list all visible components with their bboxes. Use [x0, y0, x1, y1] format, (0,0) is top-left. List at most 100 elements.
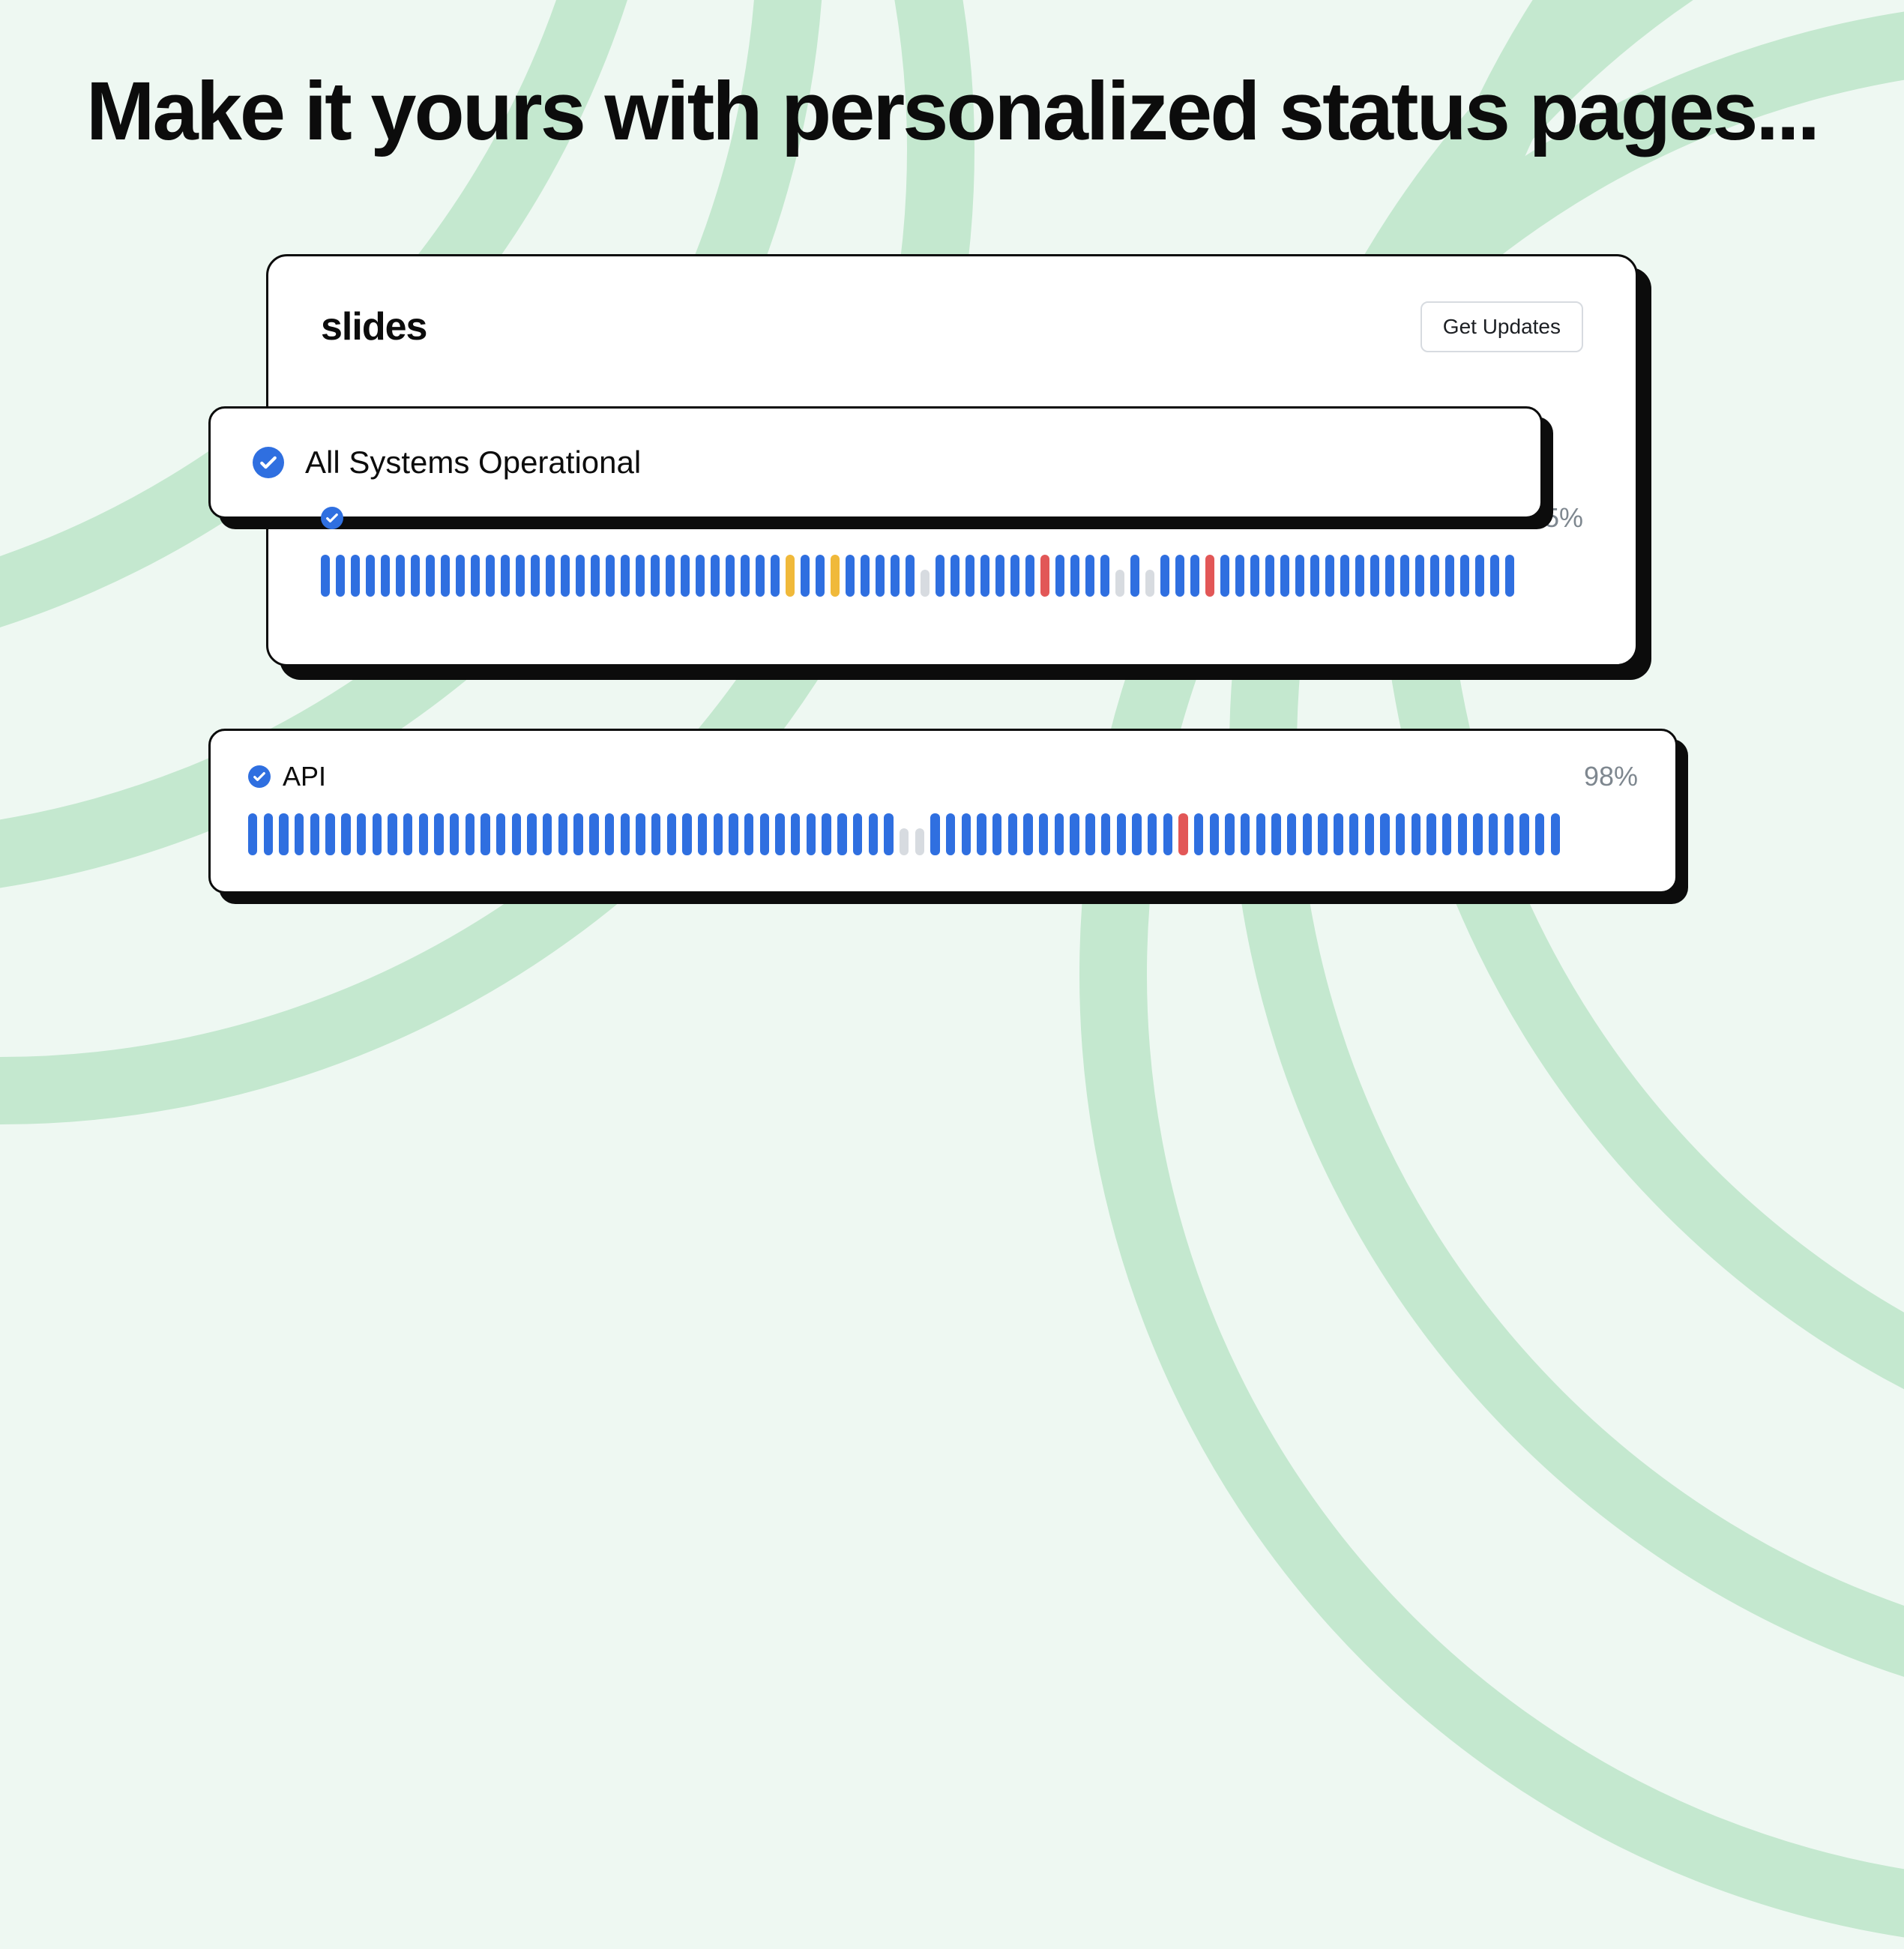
uptime-bar: [516, 555, 525, 597]
uptime-bar: [744, 813, 753, 855]
uptime-bar: [760, 813, 769, 855]
uptime-bar: [791, 813, 800, 855]
page-headline: Make it yours with personalized status p…: [86, 67, 1818, 157]
uptime-bar: [936, 555, 945, 597]
uptime-bar: [807, 813, 816, 855]
uptime-bar: [1235, 555, 1244, 597]
uptime-bar: [589, 813, 598, 855]
component-header: API 98%: [248, 761, 1638, 792]
uptime-bar: [264, 813, 273, 855]
uptime-bar: [1085, 813, 1094, 855]
uptime-bar: [1085, 555, 1094, 597]
uptime-bar: [336, 555, 345, 597]
uptime-bar: [1163, 813, 1172, 855]
uptime-bar: [434, 813, 443, 855]
uptime-bar: [1535, 813, 1544, 855]
uptime-bar: [1460, 555, 1469, 597]
uptime-bar: [741, 555, 750, 597]
uptime-bar: [930, 813, 939, 855]
check-circle-icon: [321, 507, 343, 529]
uptime-bar: [1458, 813, 1467, 855]
uptime-bar: [995, 555, 1004, 597]
uptime-bar: [1365, 813, 1374, 855]
uptime-bar: [456, 555, 465, 597]
uptime-bar: [869, 813, 878, 855]
uptime-bar: [1225, 813, 1234, 855]
uptime-bar: [786, 555, 795, 597]
uptime-bar: [621, 813, 630, 855]
uptime-bar: [861, 555, 870, 597]
uptime-bar: [1210, 813, 1219, 855]
uptime-bar: [1551, 813, 1560, 855]
uptime-bar: [906, 555, 915, 597]
uptime-bar: [1334, 813, 1343, 855]
uptime-bar: [1271, 813, 1280, 855]
uptime-bar: [1415, 555, 1424, 597]
uptime-bars: [321, 555, 1583, 597]
uptime-bar: [496, 813, 505, 855]
get-updates-button[interactable]: Get Updates: [1421, 301, 1583, 352]
uptime-bar: [992, 813, 1001, 855]
uptime-bar: [1115, 570, 1124, 597]
uptime-bar: [1310, 555, 1319, 597]
uptime-bar: [1250, 555, 1259, 597]
uptime-bar: [606, 555, 615, 597]
uptime-bar: [426, 555, 435, 597]
uptime-bar: [321, 555, 330, 597]
uptime-bar: [1280, 555, 1289, 597]
brand-label: slides: [321, 304, 427, 349]
uptime-bar: [351, 555, 360, 597]
uptime-bar: [1385, 555, 1394, 597]
uptime-bar: [1519, 813, 1528, 855]
uptime-bar: [1370, 555, 1379, 597]
uptime-bar: [651, 555, 660, 597]
uptime-bar: [1427, 813, 1435, 855]
overall-status-text: All Systems Operational: [305, 445, 641, 481]
uptime-bar: [714, 813, 723, 855]
uptime-bar: [486, 555, 495, 597]
uptime-bar: [711, 555, 720, 597]
uptime-bar: [775, 813, 784, 855]
uptime-bar: [1100, 555, 1109, 597]
uptime-bar: [1287, 813, 1296, 855]
uptime-bar: [591, 555, 600, 597]
uptime-bar: [1145, 570, 1154, 597]
uptime-bar: [666, 555, 675, 597]
uptime-bar: [1445, 555, 1454, 597]
uptime-bar: [1175, 555, 1184, 597]
uptime-bar: [1194, 813, 1203, 855]
uptime-bar: [965, 555, 974, 597]
uptime-bar: [801, 555, 810, 597]
uptime-bar: [853, 813, 862, 855]
overall-status-banner: All Systems Operational: [208, 406, 1543, 519]
uptime-bar: [977, 813, 986, 855]
uptime-bar: [1325, 555, 1334, 597]
uptime-bar: [295, 813, 304, 855]
uptime-bar: [1220, 555, 1229, 597]
uptime-bar: [1190, 555, 1199, 597]
uptime-bar: [1400, 555, 1409, 597]
uptime-bar: [682, 813, 691, 855]
uptime-bar: [419, 813, 428, 855]
uptime-bar: [900, 828, 909, 855]
uptime-bar: [1101, 813, 1110, 855]
uptime-bar: [1349, 813, 1358, 855]
uptime-bar: [1023, 813, 1032, 855]
uptime-bar: [1303, 813, 1312, 855]
uptime-bar: [1055, 555, 1064, 597]
uptime-bar: [527, 813, 536, 855]
uptime-bar: [636, 555, 645, 597]
check-circle-icon: [248, 765, 271, 788]
uptime-bar: [946, 813, 955, 855]
uptime-bar: [1205, 555, 1214, 597]
uptime-bar: [756, 555, 765, 597]
uptime-bar: [1241, 813, 1250, 855]
uptime-bar: [396, 555, 405, 597]
uptime-bar: [1070, 555, 1079, 597]
uptime-bar: [341, 813, 350, 855]
uptime-bar: [411, 555, 420, 597]
uptime-bar: [816, 555, 825, 597]
uptime-bar: [325, 813, 334, 855]
uptime-bar: [1160, 555, 1169, 597]
uptime-bar: [1025, 555, 1034, 597]
